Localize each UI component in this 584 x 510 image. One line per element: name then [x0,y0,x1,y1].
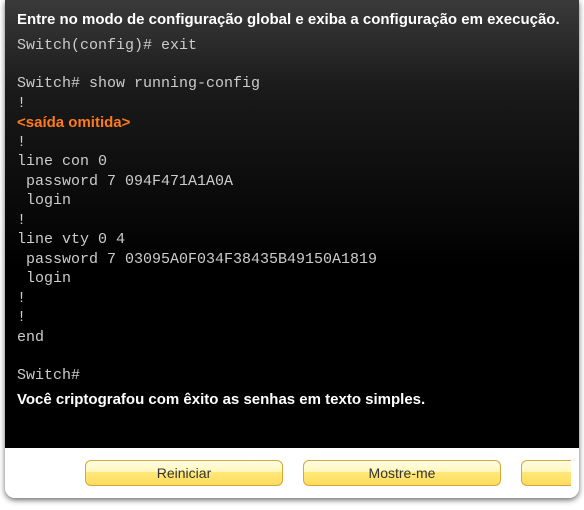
terminal-line: Switch(config)# exit [17,36,567,56]
terminal-line: ! [17,289,567,309]
terminal-line: line vty 0 4 [17,230,567,250]
terminal-pane: Entre no modo de configuração global e e… [5,0,579,448]
terminal-line: password 7 03095A0F034F38435B49150A1819 [17,250,567,270]
terminal-line: ! [17,211,567,231]
terminal-line: ! [17,308,567,328]
button-bar: Reiniciar Mostre-me [5,448,579,498]
terminal-line: ! [17,94,567,114]
instruction-heading: Entre no modo de configuração global e e… [17,10,567,30]
blank-line [17,55,567,74]
restart-button[interactable]: Reiniciar [85,460,283,486]
terminal-line: line con 0 [17,152,567,172]
next-button-partial[interactable] [521,460,571,486]
terminal-line: login [17,191,567,211]
terminal-line: password 7 094F471A1A0A [17,172,567,192]
terminal-line: end [17,328,567,348]
success-message: Você criptografou com êxito as senhas em… [17,390,567,410]
activity-window: Entre no modo de configuração global e e… [5,0,579,498]
blank-line [17,347,567,366]
show-me-button[interactable]: Mostre-me [303,460,501,486]
terminal-line: Switch# show running-config [17,74,567,94]
terminal-line: Switch# [17,366,567,386]
terminal-line: ! [17,133,567,153]
terminal-line: login [17,269,567,289]
output-omitted-annotation: <saída omitida> [17,113,567,133]
